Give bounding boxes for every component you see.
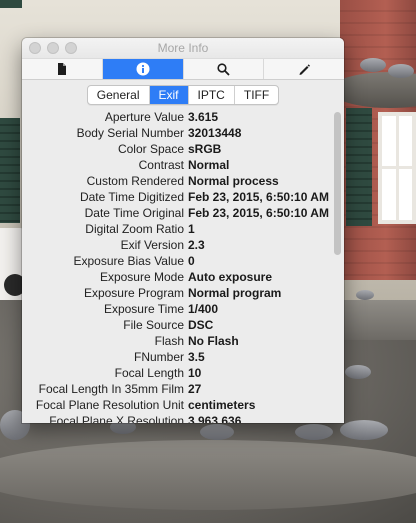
keywords-tab[interactable] [184,59,265,79]
fountain-ledge [340,300,416,340]
exif-value: 27 [188,382,202,396]
exif-value: sRGB [188,142,222,156]
exif-value: 3,963.636 [188,414,242,423]
exif-row: Focal Plane X Resolution 3,963.636 [22,413,344,423]
exif-value: No Flash [188,334,239,348]
exif-row: FNumber 3.5 [22,349,344,365]
exif-value: Feb 23, 2015, 6:50:10 AM [188,206,329,220]
exif-key: FNumber [133,350,184,364]
pigeon [356,290,374,300]
more-info-tab[interactable] [102,59,184,79]
window-title: More Info [157,41,209,55]
fountain-basin [0,440,416,510]
exif-value: Normal program [188,286,282,300]
exif-value: Feb 23, 2015, 6:50:10 AM [188,190,329,204]
exif-value: 3.615 [188,110,219,124]
document-icon [57,63,66,75]
exif-value: 3.5 [188,350,205,364]
tab-exif[interactable]: Exif [149,86,189,104]
exif-value: centimeters [188,398,256,412]
tab-general[interactable]: General [88,86,150,104]
exif-row: Contrast Normal [22,157,344,173]
exif-value: 1/400 [188,302,219,316]
exif-row: Exposure Mode Auto exposure [22,269,344,285]
exif-key: Contrast [138,158,184,172]
window-shutter-right [346,108,372,226]
exif-key: Digital Zoom Ratio [85,222,184,236]
exif-row: Exposure Bias Value 0 [22,253,344,269]
metadata-tabs-wrap: General Exif IPTC TIFF [22,80,344,110]
exif-row: Exposure Time 1/400 [22,301,344,317]
exif-value: DSC [188,318,214,332]
pencil-icon [299,64,311,75]
exif-row: Date Time Original Feb 23, 2015, 6:50:10 … [22,205,344,221]
exif-key: Focal Plane X Resolution [49,414,184,423]
pigeon [295,424,333,440]
exif-key: Focal Length [114,366,184,380]
exif-value: 0 [188,254,195,268]
pigeon [360,58,386,72]
exif-row: Focal Plane Resolution Unit centimeters [22,397,344,413]
exif-key: Exif Version [120,238,184,252]
exif-row: Flash No Flash [22,333,344,349]
pigeon [340,420,388,440]
search-icon [217,62,230,76]
exif-key: Exposure Program [83,286,184,300]
title-bar[interactable]: More Info [22,38,344,58]
exif-key: Exposure Time [103,302,184,316]
exif-key: Aperture Value [104,110,184,124]
exif-key: Flash [154,334,184,348]
exif-row: Focal Length In 35mm Film 27 [22,381,344,397]
exif-row: Aperture Value 3.615 [22,109,344,125]
exif-row: Exif Version 2.3 [22,237,344,253]
exif-row: Color Space sRGB [22,141,344,157]
exif-value: 2.3 [188,238,205,252]
exif-key: Custom Rendered [86,174,184,188]
annotations-tab[interactable] [264,59,344,79]
exif-key: Color Space [117,142,184,156]
exif-key: File Source [123,318,184,332]
more-info-window: More Info General Exif IPTC TIFF Apertur… [22,38,344,423]
pigeon [200,424,234,440]
exif-key: Date Time Digitized [79,190,184,204]
exif-value: 1 [188,222,195,236]
window-shutter-left [0,118,20,223]
info-icon [136,62,150,76]
exif-row: Body Serial Number 32013448 [22,125,344,141]
exif-key: Date Time Original [84,206,184,220]
exif-value: 32013448 [188,126,242,140]
tab-iptc[interactable]: IPTC [189,86,235,104]
exif-key: Body Serial Number [76,126,184,140]
exif-row: Exposure Program Normal program [22,285,344,301]
exif-value: 10 [188,366,202,380]
exif-key: Exposure Mode [99,270,184,284]
exif-row: Custom Rendered Normal process [22,173,344,189]
pigeon [388,64,414,78]
tab-tiff[interactable]: TIFF [235,86,278,104]
vertical-scrollbar[interactable] [334,112,341,255]
building-window [378,112,416,224]
exif-key: Focal Length In 35mm Film [38,382,184,396]
exif-value: Normal process [188,174,279,188]
exif-row: Date Time Digitized Feb 23, 2015, 6:50:10… [22,189,344,205]
exif-key: Exposure Bias Value [73,254,184,268]
general-info-tab[interactable] [22,59,103,79]
exif-list[interactable]: Aperture Value 3.615 Body Serial Number 32… [22,109,344,423]
exif-value: Normal [188,158,230,172]
inspector-toolbar [22,58,344,80]
exif-row: Digital Zoom Ratio 1 [22,221,344,237]
pigeon [345,365,371,379]
exif-key: Focal Plane Resolution Unit [35,398,184,412]
exif-row: Focal Length 10 [22,365,344,381]
metadata-segmented-control: General Exif IPTC TIFF [86,85,280,105]
exif-value: Auto exposure [188,270,273,284]
exif-row: File Source DSC [22,317,344,333]
shutter-top [0,0,22,8]
